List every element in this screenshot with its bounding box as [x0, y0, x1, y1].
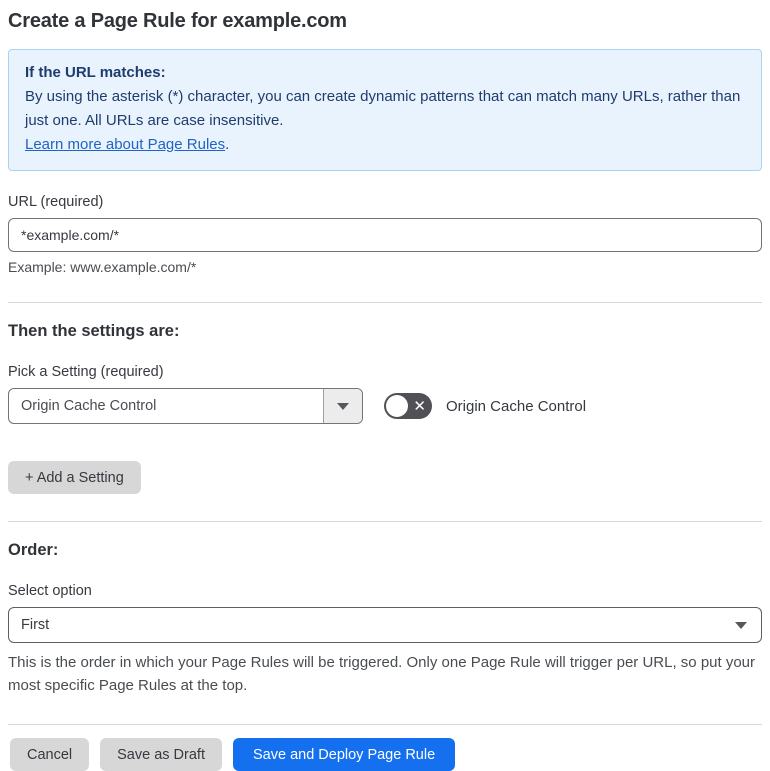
cancel-button[interactable]: Cancel [10, 738, 90, 771]
setting-picker-dropdown[interactable]: Origin Cache Control [8, 388, 363, 424]
save-and-deploy-button[interactable]: Save and Deploy Page Rule [232, 738, 456, 771]
order-select-label: Select option [8, 583, 92, 599]
url-matches-info-box: If the URL matches: By using the asteris… [8, 49, 762, 171]
info-box-heading: If the URL matches: [25, 64, 166, 81]
order-select[interactable]: First [8, 607, 762, 643]
caret-down-icon [337, 402, 349, 410]
url-field-label: URL (required) [8, 194, 104, 210]
setting-picker-value: Origin Cache Control [21, 398, 157, 414]
toggle-off-x-icon: ✕ [413, 397, 426, 415]
divider [8, 302, 762, 303]
caret-down-icon [735, 621, 747, 629]
save-as-draft-button[interactable]: Save as Draft [100, 738, 222, 771]
page-title: Create a Page Rule for example.com [8, 10, 347, 32]
learn-more-link[interactable]: Learn more about Page Rules [25, 136, 225, 153]
toggle-knob [386, 395, 408, 417]
divider [8, 521, 762, 522]
divider [8, 724, 762, 725]
setting-row: Origin Cache Control ✕ Origin Cache Cont… [8, 388, 762, 424]
toggle-label: Origin Cache Control [446, 397, 587, 415]
footer-actions: Cancel Save as Draft Save and Deploy Pag… [8, 738, 762, 771]
info-box-body: By using the asterisk (*) character, you… [25, 88, 741, 129]
url-input[interactable] [8, 218, 762, 252]
info-box-link-row: Learn more about Page Rules. [25, 133, 745, 157]
link-period: . [225, 136, 230, 153]
add-setting-button[interactable]: + Add a Setting [8, 461, 141, 494]
setting-picker-arrow-button[interactable] [323, 389, 362, 423]
order-helper-text: This is the order in which your Page Rul… [8, 654, 756, 694]
origin-cache-control-toggle[interactable]: ✕ [384, 393, 432, 419]
order-section-heading: Order: [8, 541, 59, 559]
settings-section-heading: Then the settings are: [8, 322, 180, 340]
url-helper-text: Example: www.example.com/* [8, 259, 197, 275]
pick-setting-label: Pick a Setting (required) [8, 364, 164, 380]
order-select-value: First [21, 617, 50, 633]
